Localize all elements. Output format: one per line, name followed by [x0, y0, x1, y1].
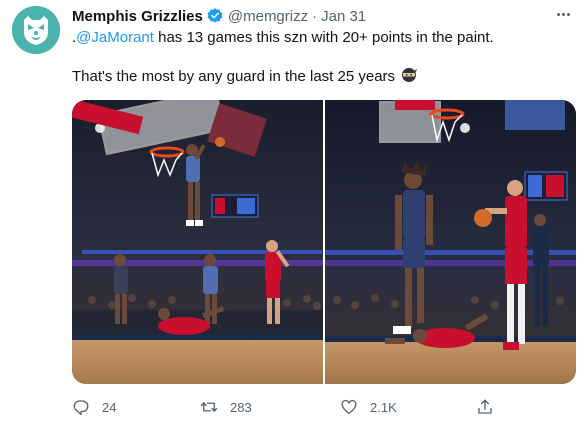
- like-button[interactable]: 2.1K: [340, 396, 397, 418]
- retweet-count: 283: [230, 399, 252, 415]
- action-bar: 24 283 2.1K: [72, 396, 572, 418]
- author-name[interactable]: Memphis Grizzlies: [72, 8, 203, 25]
- grizzlies-logo-icon: [12, 6, 60, 54]
- share-button[interactable]: [476, 396, 494, 418]
- retweet-icon: [200, 402, 218, 412]
- heart-icon: [341, 399, 357, 415]
- media-grid: [72, 100, 576, 384]
- avatar[interactable]: [12, 6, 60, 54]
- ninja-emoji-icon: [401, 67, 418, 83]
- tweet-text-line-2: That's the most by any guard in the last…: [72, 67, 418, 87]
- like-count: 2.1K: [370, 399, 397, 415]
- tweet-text-line-1: .@JaMorant has 13 games this szn with 20…: [72, 28, 494, 48]
- tweet-card[interactable]: Memphis Grizzlies @memgrizz · Jan 31 .@J…: [0, 0, 585, 426]
- more-options-icon[interactable]: [551, 4, 575, 24]
- retweet-button[interactable]: 283: [200, 396, 252, 418]
- photo-celebration[interactable]: [325, 100, 576, 384]
- reply-button[interactable]: 24: [72, 396, 116, 418]
- text-line-2: That's the most by any guard in the last…: [72, 68, 396, 85]
- text-rest: has 13 games this szn with 20+ points in…: [153, 29, 494, 46]
- photo-dunk[interactable]: [72, 100, 323, 384]
- tweet-date[interactable]: Jan 31: [321, 8, 366, 25]
- separator-dot: ·: [312, 7, 318, 25]
- share-icon: [478, 399, 492, 414]
- tweet-header: Memphis Grizzlies @memgrizz · Jan 31: [72, 6, 366, 26]
- reply-icon: [73, 400, 89, 416]
- mention-link[interactable]: @JaMorant: [76, 29, 154, 46]
- verified-badge-icon: [206, 7, 224, 25]
- author-handle[interactable]: @memgrizz: [228, 8, 308, 25]
- reply-count: 24: [102, 399, 117, 415]
